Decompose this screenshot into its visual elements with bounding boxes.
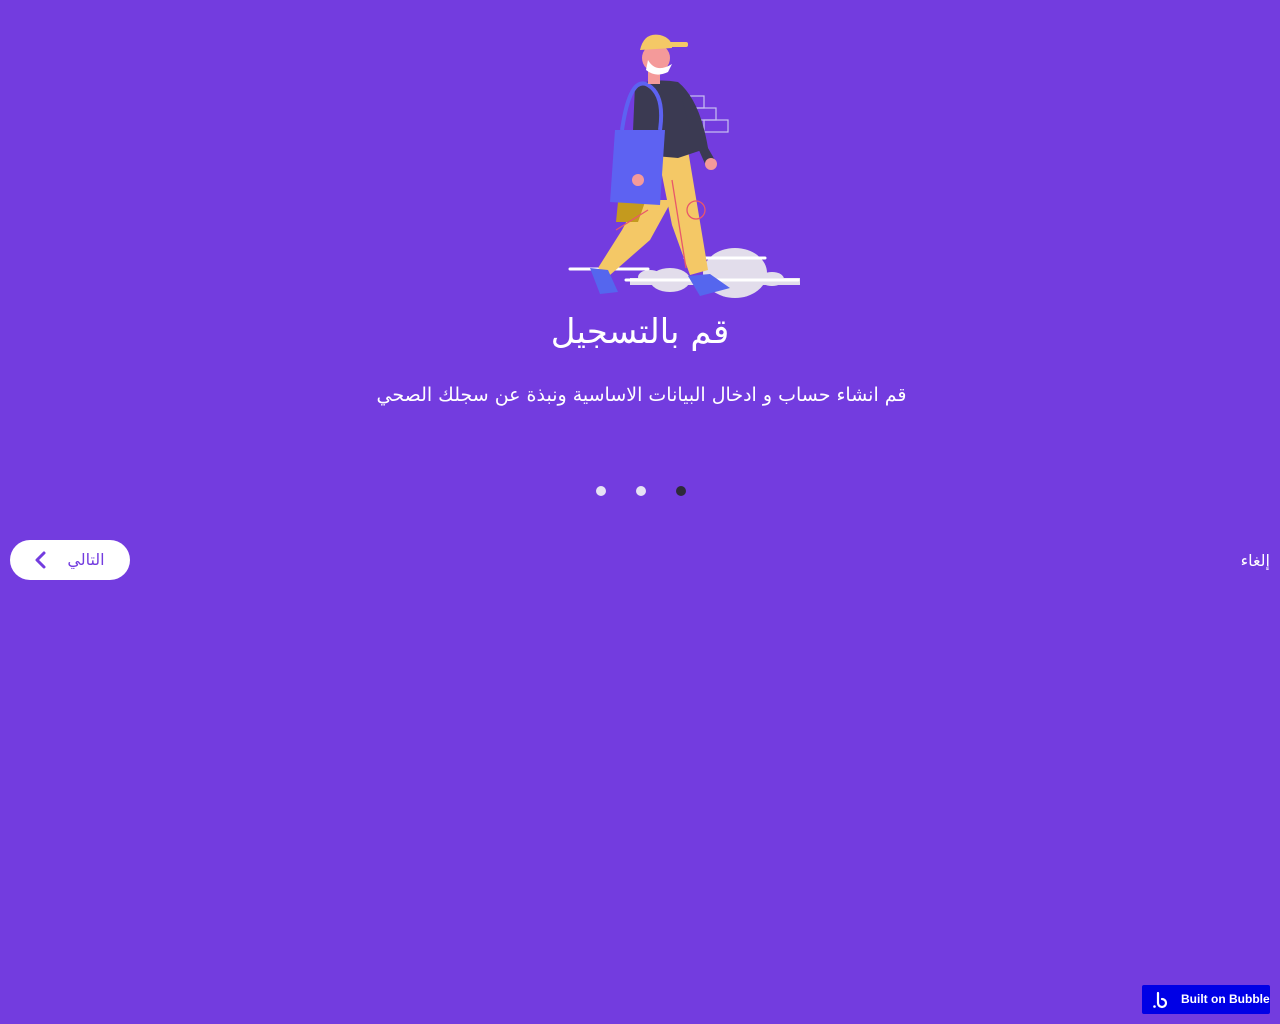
page-subtitle: قم انشاء حساب و ادخال البيانات الاساسية … <box>376 384 907 406</box>
next-button-label: التالي <box>67 550 105 569</box>
built-on-bubble-badge[interactable]: Built on Bubble <box>1142 985 1270 1014</box>
pagination-dot-2[interactable] <box>636 486 646 496</box>
pagination-dot-1-active[interactable] <box>676 486 686 496</box>
bubble-logo-icon <box>1152 991 1170 1009</box>
page-title: قم بالتسجيل <box>550 312 730 352</box>
badge-label: Built on Bubble <box>1181 992 1270 1006</box>
pagination-dot-3[interactable] <box>596 486 606 496</box>
chevron-left-icon <box>31 550 51 570</box>
next-button[interactable]: التالي <box>10 540 130 580</box>
walking-person-illustration <box>560 30 810 305</box>
onboarding-screen: قم بالتسجيل قم انشاء حساب و ادخال البيان… <box>0 0 1280 1024</box>
pagination-dots <box>0 486 1280 496</box>
cancel-link[interactable]: إلغاء <box>1241 550 1270 572</box>
